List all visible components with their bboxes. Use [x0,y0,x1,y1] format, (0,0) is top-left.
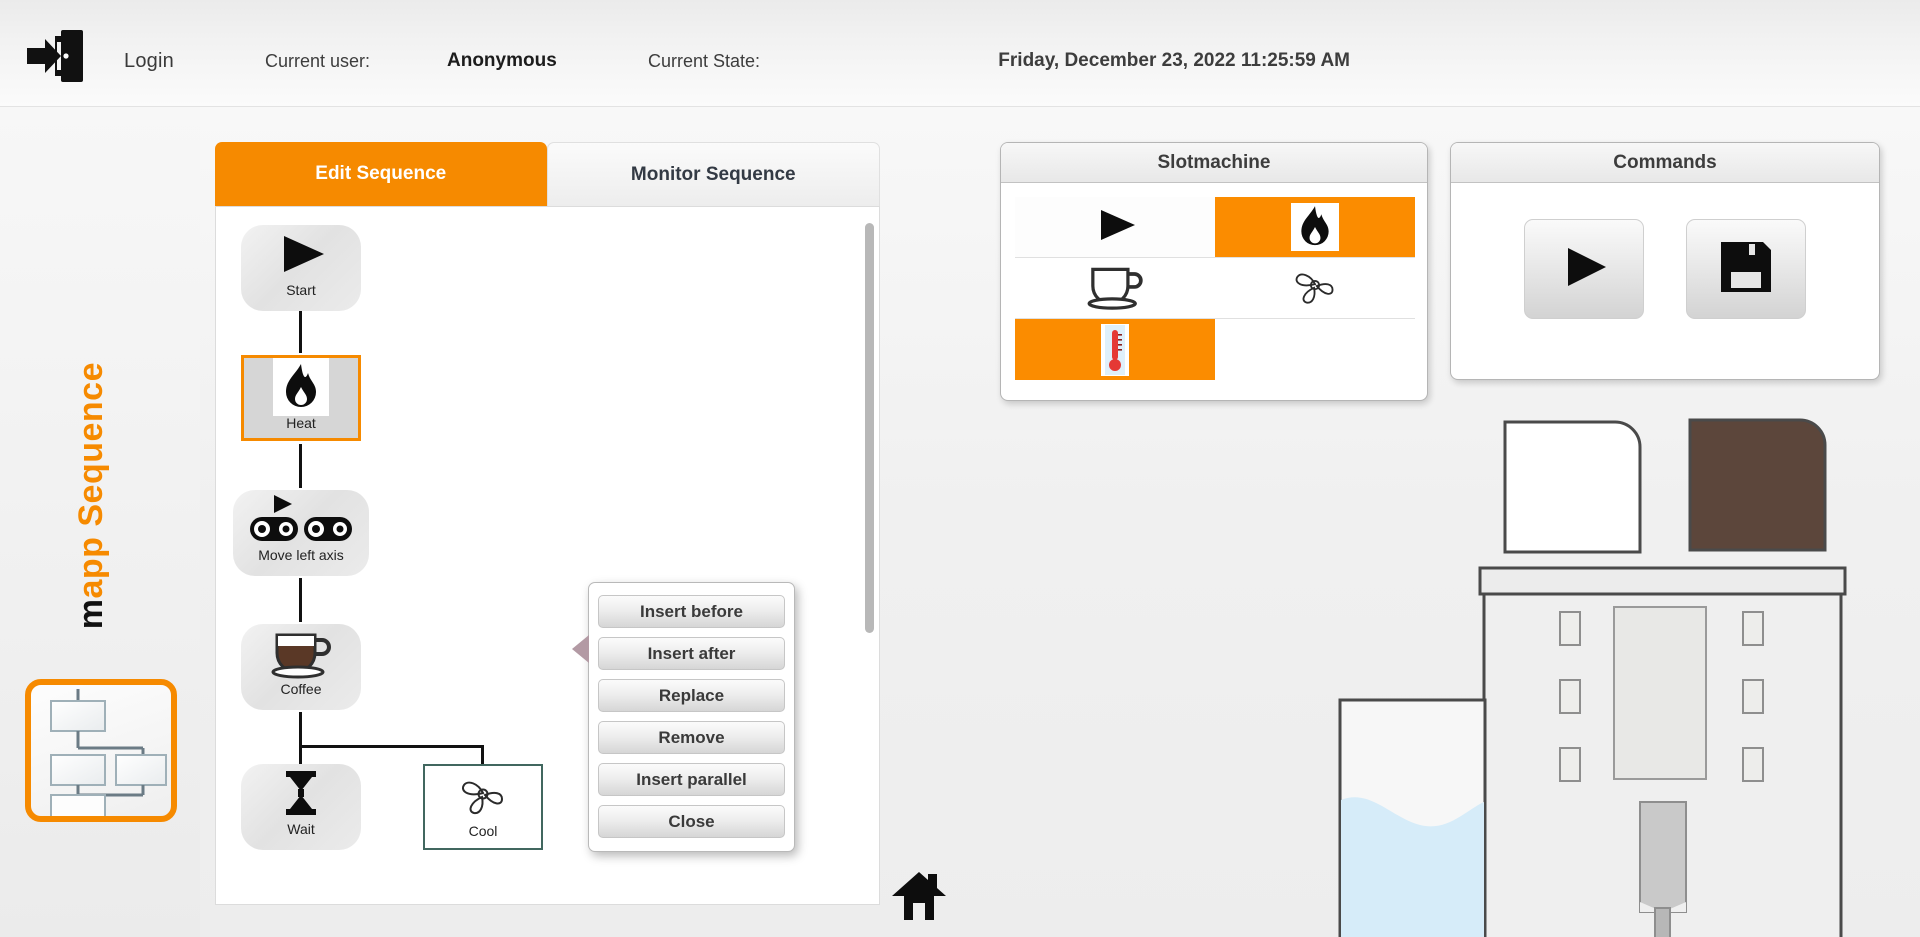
save-button[interactable] [1686,219,1806,319]
coffee-cup-icon [269,624,333,682]
hourglass-icon [279,764,323,822]
current-user-label: Current user: [265,51,371,71]
coffee-machine-illustration [1000,410,1920,937]
thermometer-icon [1101,323,1129,376]
slot-cell-empty [1215,319,1415,380]
commands-title: Commands [1451,143,1879,183]
login-label[interactable]: Login [124,50,174,73]
datetime-display: Friday, December 23, 2022 11:25:59 AM [998,50,1350,71]
commands-panel: Commands [1450,142,1880,380]
node-label: Coffee [280,681,322,697]
slotmachine-grid [1015,197,1415,380]
node-coffee[interactable]: Coffee [241,624,361,710]
slot-cell-play[interactable] [1015,197,1215,258]
node-cool[interactable]: Cool [423,764,543,850]
home-icon[interactable] [890,870,948,927]
node-label: Start [286,282,316,298]
slotmachine-title: Slotmachine [1001,143,1427,183]
sequence-tabs: Edit Sequence Monitor Sequence [215,142,880,206]
current-state-label: Current State: [648,51,761,71]
node-label: Move left axis [258,547,344,563]
run-button[interactable] [1524,219,1644,319]
canvas-scrollbar-track[interactable] [863,209,877,902]
edge-heat-move [299,444,302,488]
node-context-menu: Insert before Insert after Replace Remov… [572,582,795,852]
node-move-left-axis[interactable]: Move left axis [233,490,369,576]
app-root: Login Current user: Anonymous Current St… [0,0,1920,937]
tab-edit-sequence[interactable]: Edit Sequence [215,142,547,206]
menu-replace[interactable]: Replace [598,679,785,712]
menu-remove[interactable]: Remove [598,721,785,754]
menu-close[interactable]: Close [598,805,785,838]
tab-monitor-sequence[interactable]: Monitor Sequence [546,142,880,206]
fan-icon [1286,262,1344,315]
login-door-icon[interactable] [25,28,89,84]
play-icon [274,225,328,283]
sequence-card: Edit Sequence Monitor Sequence Start Hea… [215,142,880,905]
conveyor-icon [246,490,356,548]
node-label: Cool [468,823,498,839]
slot-cell-temperature[interactable] [1015,319,1215,380]
edge-move-coffee [299,578,302,622]
menu-insert-before[interactable]: Insert before [598,595,785,628]
commands-button-row [1465,197,1865,319]
edge-coffee-split [299,712,302,746]
sequence-flowchart-icon[interactable] [25,679,177,822]
edge-split-bar [299,745,484,748]
fan-icon [452,766,514,824]
brand-suffix: app Sequence [72,362,110,599]
slot-cell-coffee[interactable] [1015,258,1215,319]
node-start[interactable]: Start [241,225,361,311]
current-user-value: Anonymous [447,50,557,71]
edge-start-heat [299,311,302,353]
node-heat[interactable]: Heat [241,355,361,441]
top-header-bar: Login Current user: Anonymous Current St… [0,0,1920,107]
context-menu-pointer [572,635,589,663]
sequence-canvas[interactable]: Start Heat Move left axis Coffee Wait Co… [215,206,880,905]
slot-cell-cool[interactable] [1215,258,1415,319]
node-label: Wait [287,821,315,837]
slot-cell-heat[interactable] [1215,197,1415,258]
play-icon [1556,244,1612,295]
brand-title: mapp Sequence [72,362,111,629]
save-floppy-icon [1719,240,1773,299]
menu-insert-after[interactable]: Insert after [598,637,785,670]
menu-insert-parallel[interactable]: Insert parallel [598,763,785,796]
slotmachine-panel: Slotmachine [1000,142,1428,401]
coffee-cup-icon [1085,262,1145,315]
play-icon [1091,206,1139,249]
node-wait[interactable]: Wait [241,764,361,850]
slotmachine-body [1001,183,1427,394]
left-brand-sidebar: mapp Sequence [0,107,200,937]
brand-prefix: m [72,598,110,630]
node-label: Heat [286,415,316,431]
flame-icon [273,358,329,416]
canvas-scrollbar-thumb[interactable] [865,223,874,633]
commands-body [1451,183,1879,333]
flame-icon [1291,203,1339,251]
